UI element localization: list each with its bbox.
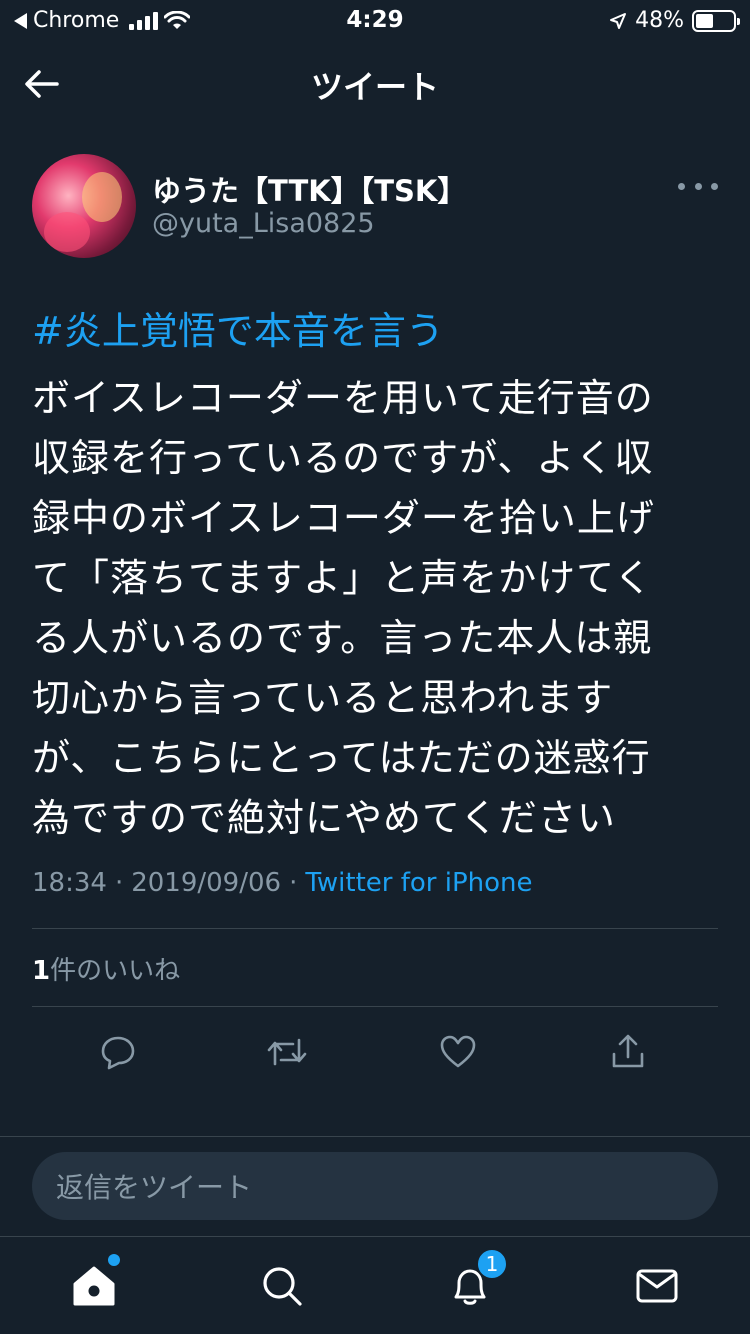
- tweet-line: ボイスレコーダーを用いて走行音の: [32, 376, 654, 420]
- tweet-line: 為ですので絶対にやめてください: [32, 796, 616, 840]
- share-icon: [612, 1034, 644, 1068]
- bottom-tab-bar: 1: [0, 1236, 750, 1334]
- divider: [32, 928, 718, 929]
- search-icon: [263, 1267, 302, 1306]
- heart-icon: [440, 1035, 476, 1068]
- author-handle[interactable]: @yuta_Lisa0825: [152, 208, 375, 239]
- likes-count-link[interactable]: 1件のいいね: [32, 950, 180, 987]
- tweet-text: ボイスレコーダーを用いて走行音の 収録を行っているのですが、よく収 録中のボイス…: [32, 368, 722, 848]
- status-bar: Chrome 4:29 48%: [0, 0, 750, 42]
- tweet-date: 2019/09/06: [131, 868, 282, 898]
- reply-icon: [101, 1036, 135, 1070]
- tab-home[interactable]: [64, 1254, 124, 1316]
- status-right: 48%: [609, 8, 740, 33]
- share-button[interactable]: [600, 1024, 656, 1080]
- new-content-dot: [108, 1254, 120, 1266]
- hashtag-link[interactable]: #炎上覚悟で本音を言う: [32, 300, 444, 355]
- more-dot-icon: [678, 182, 685, 190]
- notifications-badge: 1: [476, 1248, 508, 1280]
- mail-icon: [636, 1269, 678, 1303]
- more-dot-icon: [711, 182, 718, 190]
- tweet-line: 収録を行っているのですが、よく収: [32, 436, 654, 480]
- retweet-button[interactable]: [259, 1024, 315, 1080]
- tab-search[interactable]: [252, 1256, 312, 1316]
- tweet-line: 録中のボイスレコーダーを拾い上げ: [32, 496, 655, 540]
- likes-label: 件のいいね: [50, 956, 181, 986]
- tweet-time: 18:34: [32, 868, 107, 898]
- tweet-actions: [32, 1024, 718, 1084]
- likes-count: 1: [32, 956, 51, 986]
- reply-placeholder: 返信をツイート: [56, 1171, 253, 1204]
- tweet-source-link[interactable]: Twitter for iPhone: [305, 868, 532, 898]
- divider: [32, 1006, 718, 1007]
- tweet-line: る人がいるのです。言った本人は親: [32, 616, 653, 660]
- like-button[interactable]: [430, 1024, 486, 1080]
- avatar[interactable]: [32, 154, 136, 258]
- more-options-button[interactable]: [678, 176, 718, 196]
- battery-fill: [696, 13, 714, 28]
- tweet-line: て「落ちてますよ」と声をかけてく: [32, 556, 653, 600]
- tweet-line: 切心から言っていると思われます: [32, 676, 614, 720]
- battery-icon: [692, 9, 740, 32]
- tweet-line: が、こちらにとってはただの迷惑行: [32, 736, 651, 780]
- reply-button[interactable]: [90, 1024, 146, 1080]
- divider: [0, 1136, 750, 1137]
- tab-messages[interactable]: [627, 1256, 687, 1316]
- page-title: ツイート: [310, 68, 439, 106]
- battery-percent: 48%: [635, 8, 684, 33]
- tab-notifications[interactable]: 1: [440, 1248, 508, 1316]
- tweet-meta: 18:34 · 2019/09/06 · Twitter for iPhone: [32, 868, 533, 898]
- author-name[interactable]: ゆうた【TTK】【TSK】: [152, 168, 466, 210]
- meta-separator: ·: [289, 868, 298, 898]
- more-dot-icon: [694, 182, 702, 190]
- location-icon: [610, 12, 627, 29]
- retweet-icon: [267, 1038, 307, 1066]
- meta-separator: ·: [114, 868, 124, 898]
- reply-input[interactable]: 返信をツイート: [32, 1152, 718, 1220]
- home-icon: [73, 1266, 115, 1306]
- tweet-detail-screen: Chrome 4:29 48% ツイート ゆうた【TTK】【TSK】 @yuta…: [0, 0, 750, 1334]
- top-header: ツイート: [0, 42, 750, 126]
